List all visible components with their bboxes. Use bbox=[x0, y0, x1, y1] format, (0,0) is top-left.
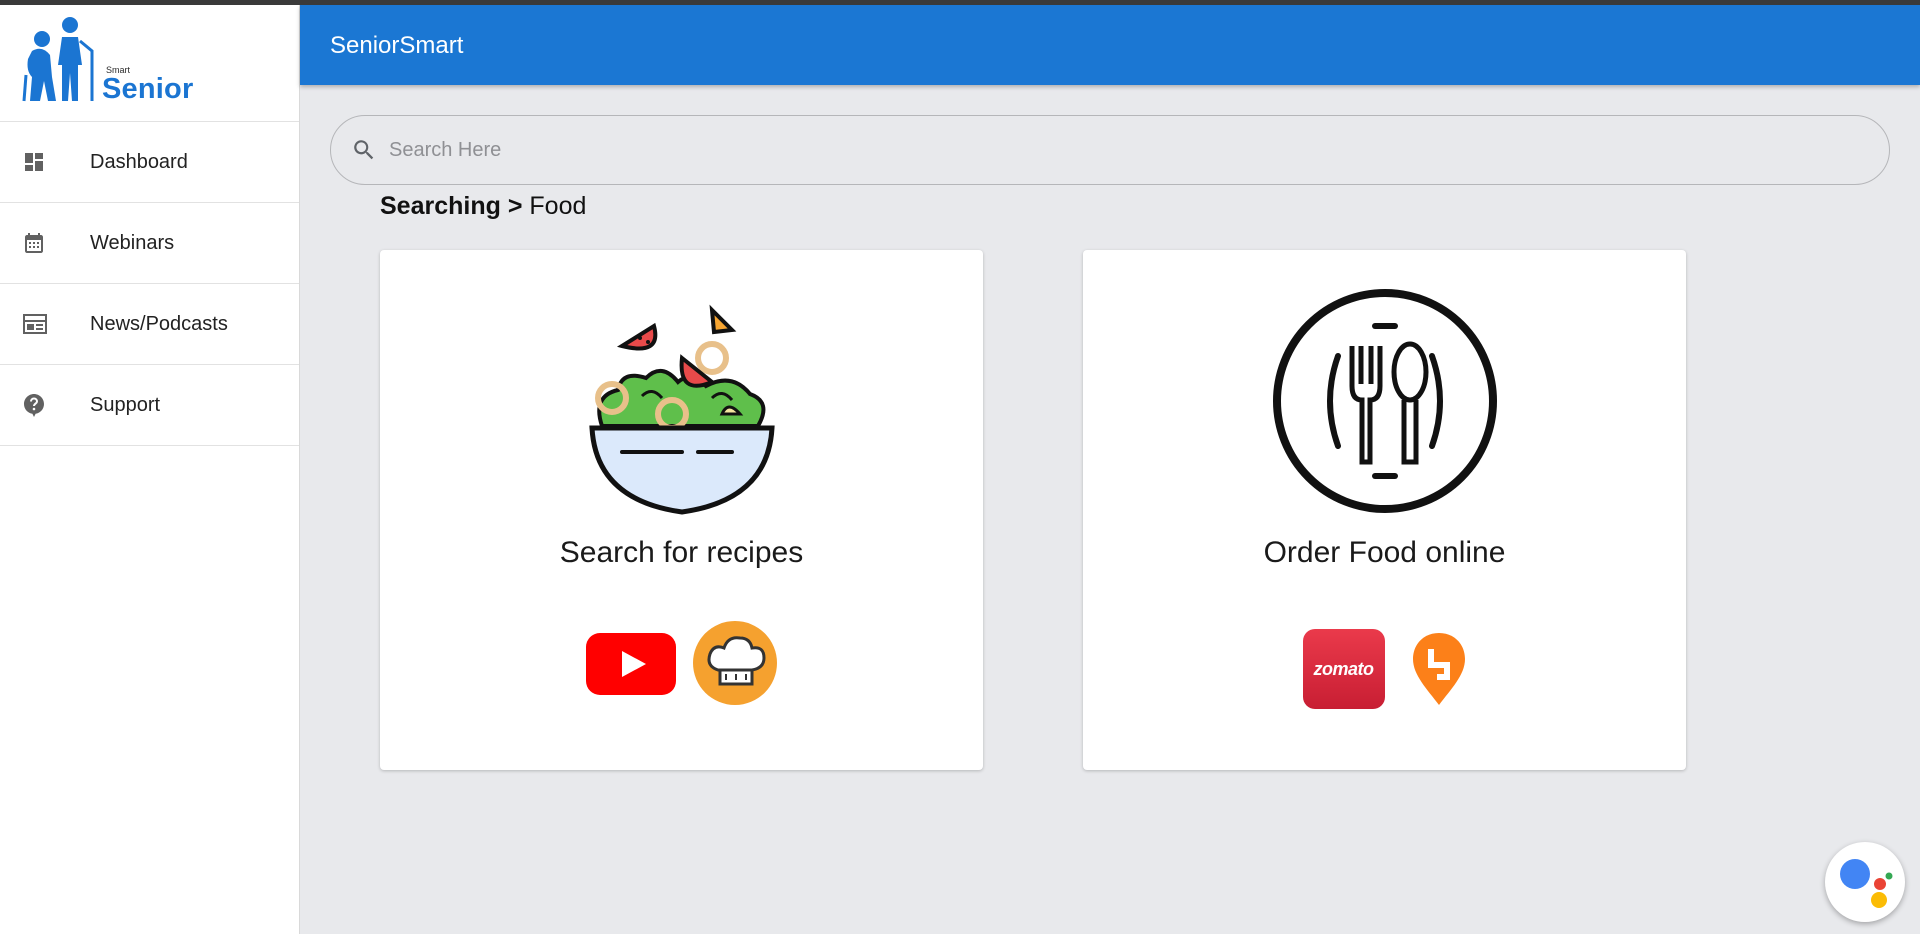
sidebar-item-support[interactable]: Support bbox=[0, 365, 299, 446]
swiggy-icon[interactable] bbox=[1411, 631, 1467, 707]
search-bar[interactable] bbox=[330, 115, 1890, 185]
header-title: SeniorSmart bbox=[330, 32, 464, 59]
fork-spoon-plate-icon bbox=[1272, 289, 1497, 513]
breadcrumb: Searching > Food bbox=[380, 192, 586, 221]
calendar-icon bbox=[0, 231, 90, 255]
youtube-icon[interactable] bbox=[585, 631, 676, 695]
breadcrumb-separator: > bbox=[507, 192, 523, 220]
dashboard-icon bbox=[0, 150, 90, 174]
sidebar-item-label: News/Podcasts bbox=[90, 312, 228, 335]
assistant-button[interactable] bbox=[1825, 842, 1905, 922]
seniors-logo-icon bbox=[22, 17, 94, 102]
order-food-card[interactable]: Order Food online zomato bbox=[1083, 250, 1686, 770]
chef-hat-icon[interactable] bbox=[692, 620, 778, 706]
window-top-border bbox=[0, 0, 1920, 5]
salad-bowl-icon bbox=[588, 304, 775, 515]
logo-big-text: Senior bbox=[102, 73, 194, 105]
sidebar: Smart Senior Dashboard Webinars News/Pod… bbox=[0, 5, 300, 934]
app-logo[interactable]: Smart Senior bbox=[0, 5, 299, 122]
card-title: Search for recipes bbox=[559, 536, 804, 569]
breadcrumb-current: Food bbox=[529, 192, 587, 220]
app-header: SeniorSmart bbox=[300, 5, 1920, 85]
recipes-card[interactable]: Search for recipes bbox=[380, 250, 983, 770]
breadcrumb-parent[interactable]: Searching bbox=[380, 192, 501, 220]
sidebar-item-label: Webinars bbox=[90, 231, 175, 254]
zomato-icon[interactable]: zomato bbox=[1302, 629, 1385, 709]
sidebar-item-webinars[interactable]: Webinars bbox=[0, 203, 299, 284]
sidebar-item-news-podcasts[interactable]: News/Podcasts bbox=[0, 284, 299, 365]
news-icon bbox=[0, 312, 90, 336]
assistant-icon bbox=[1840, 859, 1893, 908]
search-icon bbox=[351, 137, 377, 163]
sidebar-item-dashboard[interactable]: Dashboard bbox=[0, 122, 299, 203]
card-title: Order Food online bbox=[1263, 536, 1506, 569]
sidebar-item-label: Support bbox=[90, 393, 161, 416]
sidebar-item-label: Dashboard bbox=[90, 150, 188, 173]
help-icon bbox=[0, 392, 90, 418]
search-input[interactable] bbox=[389, 138, 1789, 162]
